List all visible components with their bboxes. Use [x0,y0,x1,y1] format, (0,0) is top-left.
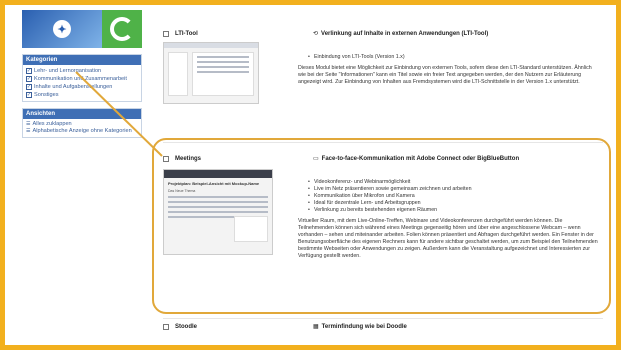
entry-category: Terminfindung wie bei Doodle [321,323,407,330]
checkbox-icon[interactable]: ✓ [26,76,32,82]
feature-bullet: Einbindung von LTI-Tools (Version 1.x) [308,54,598,61]
alphabetical-view-link[interactable]: ☰ Alphabetische Anzeige ohne Kategorien [26,128,138,135]
category-label: Sonstiges [34,92,59,98]
entry-description: Einbindung von LTI-Tools (Version 1.x) D… [298,54,598,86]
category-filter-1[interactable]: ✓ Lehr- und Lernorganisation [26,67,138,75]
entry-paragraph: Dieses Modul bietet eine Möglichkeit zur… [298,65,592,85]
checkbox-icon[interactable]: ✓ [26,68,32,74]
module-entry-stoodle: Stoodle ▦ Terminfindung wie bei Doodle [163,323,603,337]
collapse-all-link[interactable]: ☰ Alles zuklappen [26,121,138,128]
views-heading: Ansichten [23,109,141,119]
category-label: Inhalte und Aufgabenstellungen [34,84,113,90]
view-label: Alles zuklappen [32,121,72,127]
logo-left-tile: ✦ [22,10,102,48]
calendar-icon: ▦ [313,324,319,330]
categories-box: Kategorien ✓ Lehr- und Lernorganisation … [22,54,142,102]
checkbox-icon[interactable]: ✓ [26,92,32,98]
category-filter-2[interactable]: ✓ Kommunikation und Zusammenarbeit [26,75,138,83]
divider [163,318,603,319]
entry-title: Stoodle [175,323,197,330]
module-entry-lti-tool: LTI-Tool ⟲ Verlinkung auf Inhalte in ext… [163,30,603,130]
entry-checkbox[interactable] [163,30,169,37]
rocket-icon: ✦ [53,20,71,38]
category-label: Lehr- und Lernorganisation [34,68,102,74]
category-label: Kommunikation und Zusammenarbeit [34,76,127,82]
link-icon: ⟲ [313,31,319,37]
entry-title: LTI-Tool [175,30,198,37]
entry-checkbox[interactable] [163,323,169,330]
ring-icon [110,17,134,41]
category-filter-3[interactable]: ✓ Inhalte und Aufgabenstellungen [26,83,138,91]
entry-screenshot [163,42,259,104]
list-icon: ☰ [26,121,31,127]
categories-heading: Kategorien [23,55,141,65]
sidebar: ✦ Kategorien ✓ Lehr- und Lernorganisatio… [22,10,142,138]
views-box: Ansichten ☰ Alles zuklappen ☰ Alphabetis… [22,108,142,138]
checkbox-icon[interactable]: ✓ [26,84,32,90]
list-icon: ☰ [26,128,31,134]
logo[interactable]: ✦ [22,10,142,48]
category-filter-4[interactable]: ✓ Sonstiges [26,91,138,99]
view-label: Alphabetische Anzeige ohne Kategorien [32,128,132,134]
highlight-outline [152,138,611,314]
entry-category: Verlinkung auf Inhalte in externen Anwen… [321,30,489,37]
logo-right-tile [102,10,142,48]
